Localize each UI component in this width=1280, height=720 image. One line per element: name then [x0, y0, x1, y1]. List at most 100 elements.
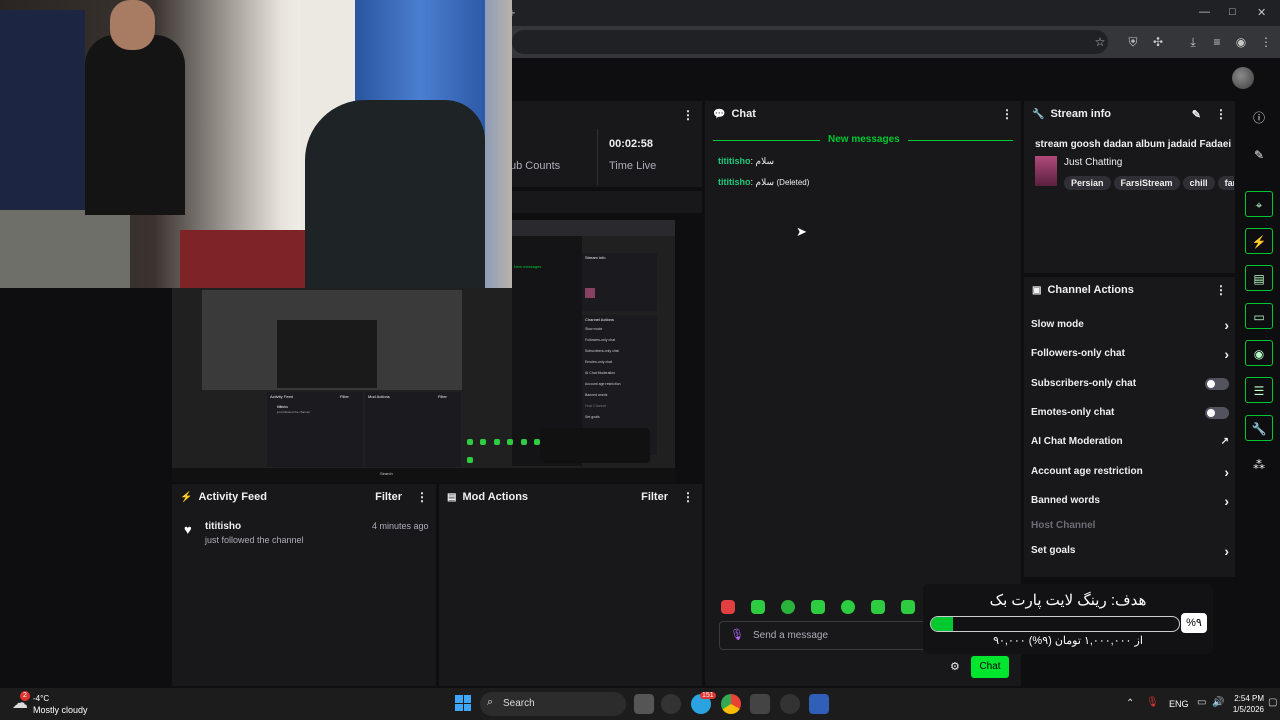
clock-date[interactable]: 1/5/2026 — [1226, 705, 1264, 714]
tag[interactable]: FarsiStream — [1113, 176, 1180, 190]
goal-percent: %۹ — [1181, 613, 1207, 633]
chevron-right-icon: › — [1224, 346, 1229, 362]
stats-more-icon[interactable]: ⋮ — [682, 108, 694, 122]
task-view-icon[interactable] — [634, 694, 654, 714]
maximize-button[interactable]: □ — [1229, 6, 1236, 18]
emote[interactable] — [901, 600, 915, 614]
media-control-icon[interactable]: ≡ — [1208, 33, 1226, 51]
activity-filter-button[interactable]: Filter — [375, 491, 402, 503]
start-tile — [463, 695, 471, 703]
heart-icon: ♥ — [184, 522, 192, 537]
network-icon[interactable]: ▭ — [1197, 697, 1206, 708]
chat-bubble-icon[interactable]: ▭ — [1245, 303, 1273, 329]
extensions-icon[interactable]: ⁂ — [1245, 452, 1273, 478]
goal-progress-text: ۹۰,۰۰۰ از ۱,۰۰۰,۰۰۰ تومان (۹%) — [993, 635, 1143, 647]
clock-time[interactable]: 2:54 PM — [1228, 694, 1264, 703]
emotes-only-toggle[interactable] — [1205, 407, 1229, 419]
stats-app-icon[interactable] — [809, 694, 829, 714]
activity-feed-panel: ⚡ Activity Feed Filter ⋮ ♥ tititisho 4 m… — [172, 484, 436, 686]
microphone-tray-icon[interactable]: 🎙 — [1146, 697, 1159, 708]
chevron-right-icon: › — [1224, 543, 1229, 559]
media-player-icon[interactable] — [661, 694, 681, 714]
extensions-icon[interactable]: ✣ — [1149, 33, 1167, 51]
info-icon[interactable]: ⓘ — [1245, 105, 1273, 131]
start-button[interactable] — [455, 695, 471, 711]
tag[interactable]: farsi — [1217, 176, 1234, 190]
ai-moderation-action[interactable]: AI Chat Moderation ↗ — [1031, 434, 1231, 450]
broadcast-icon[interactable]: ◉ — [1245, 340, 1273, 366]
download-icon[interactable]: ⤓ — [1184, 33, 1202, 51]
subscribers-only-toggle[interactable] — [1205, 378, 1229, 390]
feed-user[interactable]: tititisho — [205, 521, 241, 532]
focus-icon[interactable]: ⌖ — [1245, 191, 1273, 217]
chat-settings-icon[interactable]: ⚙ — [950, 660, 960, 673]
preview-activity-filter: Filter — [340, 394, 349, 399]
preview-mod-actions-title: Mod Actions — [368, 394, 390, 399]
capcut-icon[interactable] — [750, 694, 770, 714]
category-name[interactable]: Just Chatting — [1064, 157, 1122, 168]
emote[interactable] — [781, 600, 795, 614]
chat-username[interactable]: tititisho — [718, 177, 751, 187]
stream-info-more-icon[interactable]: ⋮ — [1215, 107, 1227, 121]
stream-title: stream goosh dadan album jadaid Fadaei — [1035, 139, 1232, 150]
mod-filter-button[interactable]: Filter — [641, 491, 668, 503]
pencil-icon[interactable]: ✎ — [1245, 142, 1273, 168]
set-goals-action[interactable]: Set goals › — [1031, 543, 1231, 559]
microphone-icon[interactable]: 🎙 — [730, 628, 744, 641]
preview-actions-list: Slow mode Followers-only chat Subscriber… — [582, 327, 657, 426]
chat-message: tititisho: سلام — [718, 156, 774, 167]
minimize-button[interactable]: — — [1199, 6, 1210, 18]
account-age-action[interactable]: Account age restriction › — [1031, 464, 1231, 480]
goal-progress-bar — [930, 616, 1180, 632]
time-live-label: Time Live — [609, 160, 657, 172]
profile-icon[interactable]: ◉ — [1232, 33, 1250, 51]
emote[interactable] — [751, 600, 765, 614]
activity-more-icon[interactable]: ⋮ — [416, 490, 428, 504]
chat-input-placeholder: Send a message — [753, 630, 829, 641]
emote[interactable] — [841, 600, 855, 614]
category-thumbnail[interactable] — [1035, 156, 1057, 186]
preview-activity-feed-title: Activity Feed — [270, 394, 293, 399]
taskbar-search[interactable]: ⌕ Search — [480, 692, 626, 716]
chat-more-icon[interactable]: ⋮ — [1001, 107, 1013, 121]
layout-icon[interactable]: ☰ — [1245, 377, 1273, 403]
chat-username[interactable]: tititisho — [718, 156, 751, 166]
mod-more-icon[interactable]: ⋮ — [682, 490, 694, 504]
browser-menu-icon[interactable]: ⋮ — [1257, 33, 1275, 51]
lightning-icon[interactable]: ⚡ — [1245, 228, 1273, 254]
close-window-button[interactable]: ✕ — [1257, 6, 1266, 19]
document-icon: ▤ — [447, 491, 457, 503]
chevron-right-icon: › — [1224, 493, 1229, 509]
preview-feed-action: just followed the channel — [277, 410, 310, 414]
user-avatar[interactable] — [1232, 67, 1254, 89]
edit-pencil-icon[interactable]: ✎ — [1192, 108, 1201, 121]
taskbar-search-label: Search — [503, 698, 535, 709]
tag[interactable]: chill — [1182, 176, 1215, 190]
language-indicator[interactable]: ENG — [1169, 699, 1189, 709]
start-tile — [455, 703, 463, 711]
chat-message-text: : سلام — [750, 156, 775, 166]
emote[interactable] — [871, 600, 885, 614]
channel-actions-more-icon[interactable]: ⋮ — [1215, 283, 1227, 297]
chat-send-button[interactable]: Chat — [971, 656, 1009, 678]
chrome-icon[interactable] — [721, 694, 741, 714]
wrench-icon[interactable]: 🔧 — [1245, 415, 1273, 441]
emote[interactable] — [811, 600, 825, 614]
emote[interactable] — [721, 600, 735, 614]
channel-actions-icon: ▣ — [1032, 284, 1042, 296]
preview-action-item: Banned words — [585, 393, 608, 397]
followers-only-action[interactable]: Followers-only chat › — [1031, 346, 1231, 362]
bookmark-star-icon[interactable]: ☆ — [1091, 33, 1109, 51]
slow-mode-action[interactable]: Slow mode › — [1031, 317, 1231, 333]
volume-icon[interactable]: 🔊 — [1212, 697, 1224, 708]
address-bar[interactable] — [512, 30, 1108, 54]
notification-icon[interactable]: ▢ — [1268, 697, 1277, 708]
weather-desc: Mostly cloudy — [33, 705, 88, 715]
mouse-cursor: ➤ — [796, 224, 807, 239]
shield-extension-icon[interactable]: ⛨ — [1124, 33, 1142, 51]
tray-chevron-icon[interactable]: ⌃ — [1126, 698, 1134, 709]
banned-words-action[interactable]: Banned words › — [1031, 493, 1231, 509]
document-icon[interactable]: ▤ — [1245, 265, 1273, 291]
tag[interactable]: Persian — [1064, 176, 1111, 190]
obs-icon[interactable] — [780, 694, 800, 714]
